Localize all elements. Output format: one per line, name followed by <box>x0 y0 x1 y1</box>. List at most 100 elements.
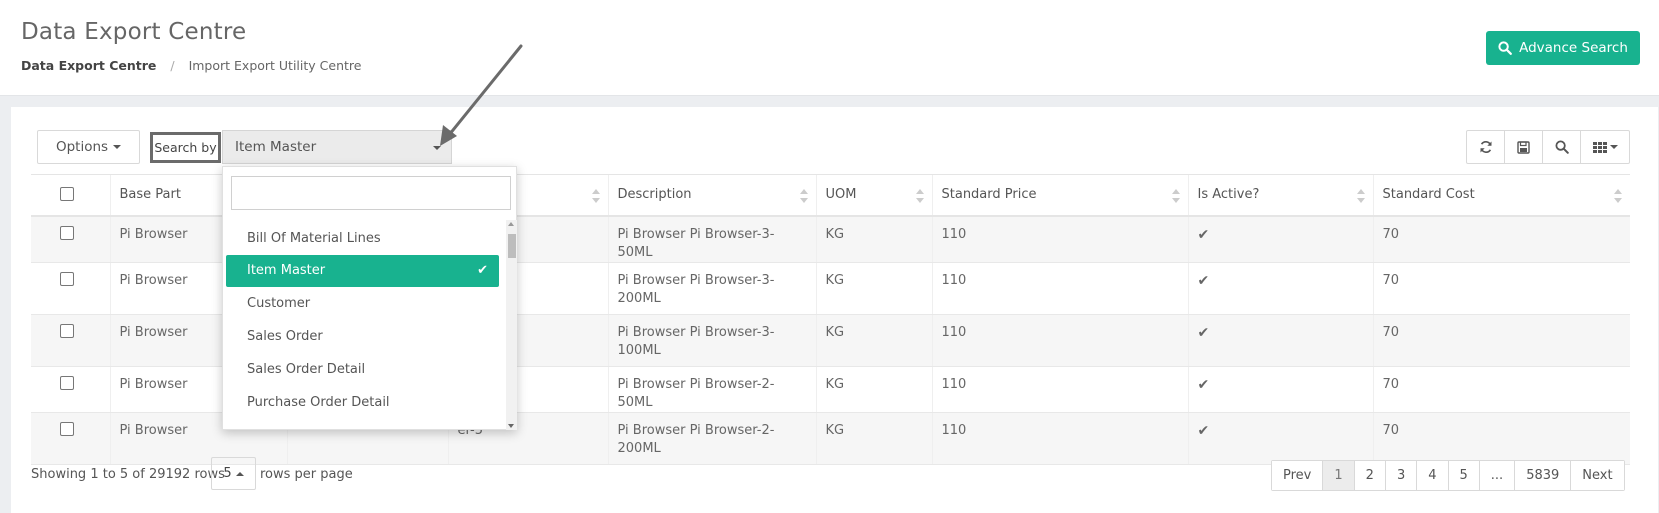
table-toolbar <box>1466 130 1630 164</box>
pagination-page[interactable]: 5839 <box>1515 461 1572 490</box>
table-cell: ✔ <box>1187 366 1373 413</box>
page-header: Data Export Centre Data Export Centre / … <box>0 0 1659 96</box>
caret-up-icon <box>235 471 244 476</box>
table-cell: 70 <box>1372 215 1630 263</box>
rows-per-page-select[interactable]: 5 <box>211 457 256 490</box>
dropdown-item-selected[interactable]: Item Master ✔ <box>226 255 499 287</box>
page-title: Data Export Centre <box>21 19 247 45</box>
breadcrumb-home[interactable]: Data Export Centre <box>21 58 156 73</box>
options-button[interactable]: Options <box>37 130 140 164</box>
pagination-page[interactable]: 3 <box>1385 461 1418 490</box>
save-button[interactable] <box>1505 131 1543 163</box>
row-checkbox[interactable] <box>60 225 74 240</box>
breadcrumb-separator: / <box>170 58 175 73</box>
dropdown-item[interactable]: Sales Order Detail <box>226 353 499 386</box>
sort-icon <box>1356 189 1365 203</box>
advance-search-label: Advance Search <box>1519 40 1628 56</box>
columns-grid-icon <box>1592 141 1607 153</box>
advance-search-button[interactable]: Advance Search <box>1486 31 1640 65</box>
caret-down-icon <box>113 145 122 149</box>
sort-icon <box>799 189 808 203</box>
pagination-page-active[interactable]: 1 <box>1323 461 1355 490</box>
column-header[interactable]: UOM <box>815 174 932 217</box>
rows-per-page-value: 5 <box>223 466 232 481</box>
check-icon: ✔ <box>1197 324 1210 341</box>
table-cell: 70 <box>1372 366 1630 413</box>
table-cell: ✔ <box>1187 262 1373 315</box>
breadcrumb-current: Import Export Utility Centre <box>188 58 362 73</box>
columns-button[interactable] <box>1581 131 1629 163</box>
scroll-up-icon[interactable] <box>508 222 514 226</box>
save-icon <box>1517 140 1530 154</box>
scrollbar-thumb[interactable] <box>508 234 516 258</box>
row-checkbox[interactable] <box>60 375 74 390</box>
dropdown-item[interactable]: Sales Order <box>226 320 499 353</box>
table-cell: ✔ <box>1187 314 1373 367</box>
rows-per-page-label: rows per page <box>260 467 353 482</box>
caret-down-icon <box>433 146 441 150</box>
caret-down-icon <box>1609 145 1618 149</box>
refresh-icon <box>1480 141 1491 153</box>
dropdown-item[interactable]: Purchase Order Detail <box>226 386 499 419</box>
sort-icon <box>915 189 924 203</box>
check-icon: ✔ <box>1197 376 1210 393</box>
sort-icon <box>1171 189 1180 203</box>
table-cell: KG <box>815 314 932 367</box>
search-by-select[interactable]: Item Master <box>222 130 452 164</box>
table-cell: 70 <box>1372 262 1630 315</box>
check-icon: ✔ <box>1197 226 1210 243</box>
table-cell: 110 <box>931 215 1188 263</box>
table-cell: 70 <box>1372 314 1630 367</box>
search-by-label: Search by <box>150 132 221 163</box>
scroll-down-icon[interactable] <box>508 424 514 428</box>
table-cell: KG <box>815 366 932 413</box>
search-icon <box>1498 41 1512 55</box>
column-label: Standard Price <box>941 187 1037 203</box>
dropdown-item[interactable]: Bill Of Material Lines <box>226 222 499 255</box>
table-cell: ✔ <box>1187 215 1373 263</box>
search-icon <box>1555 140 1569 154</box>
column-header[interactable]: Standard Price <box>931 174 1188 217</box>
row-checkbox[interactable] <box>60 323 74 338</box>
table-cell: 110 <box>931 412 1188 465</box>
table-cell: Pi Browser Pi Browser-3-50ML <box>607 215 816 263</box>
dropdown-scrollbar[interactable] <box>506 220 517 430</box>
table-cell: KG <box>815 262 932 315</box>
select-all-cell <box>31 174 110 217</box>
pagination-page[interactable]: 5 <box>1448 461 1480 490</box>
refresh-button[interactable] <box>1467 131 1505 163</box>
dropdown-item-label: Item Master <box>247 263 326 278</box>
row-select-cell <box>31 215 110 263</box>
row-select-cell <box>31 412 110 465</box>
row-select-cell <box>31 366 110 413</box>
row-checkbox[interactable] <box>60 271 74 286</box>
table-cell: 110 <box>931 262 1188 315</box>
dropdown-search-input[interactable] <box>231 176 511 210</box>
search-toggle-button[interactable] <box>1543 131 1581 163</box>
row-select-cell <box>31 314 110 367</box>
options-label: Options <box>55 139 109 155</box>
column-header[interactable]: Standard Cost <box>1372 174 1630 217</box>
column-label: Base Part <box>119 187 181 203</box>
dropdown-list: Bill Of Material Lines Item Master ✔ Cus… <box>226 222 499 419</box>
column-header[interactable]: Is Active? <box>1187 174 1373 217</box>
column-label: Is Active? <box>1197 187 1260 203</box>
table-cell: 70 <box>1372 412 1630 465</box>
search-by-value: Item Master <box>235 139 317 155</box>
pagination: Prev 1 2 3 4 5 ... 5839 Next <box>1271 460 1625 491</box>
row-select-cell <box>31 262 110 315</box>
row-checkbox[interactable] <box>60 421 74 436</box>
column-header[interactable]: Description <box>607 174 816 217</box>
column-label: UOM <box>825 187 857 203</box>
breadcrumb: Data Export Centre / Import Export Utili… <box>21 58 361 73</box>
dropdown-item[interactable]: Customer <box>226 287 499 320</box>
pagination-next[interactable]: Next <box>1571 461 1624 490</box>
pagination-page[interactable]: 4 <box>1417 461 1449 490</box>
pagination-page[interactable]: 2 <box>1354 461 1386 490</box>
table-cell: Pi Browser Pi Browser-3-200ML <box>607 262 816 315</box>
pagination-ellipsis: ... <box>1479 461 1516 490</box>
table-cell: 110 <box>931 314 1188 367</box>
select-all-checkbox[interactable] <box>60 186 74 201</box>
showing-rows-text: Showing 1 to 5 of 29192 rows <box>31 467 225 482</box>
pagination-prev[interactable]: Prev <box>1272 461 1324 490</box>
